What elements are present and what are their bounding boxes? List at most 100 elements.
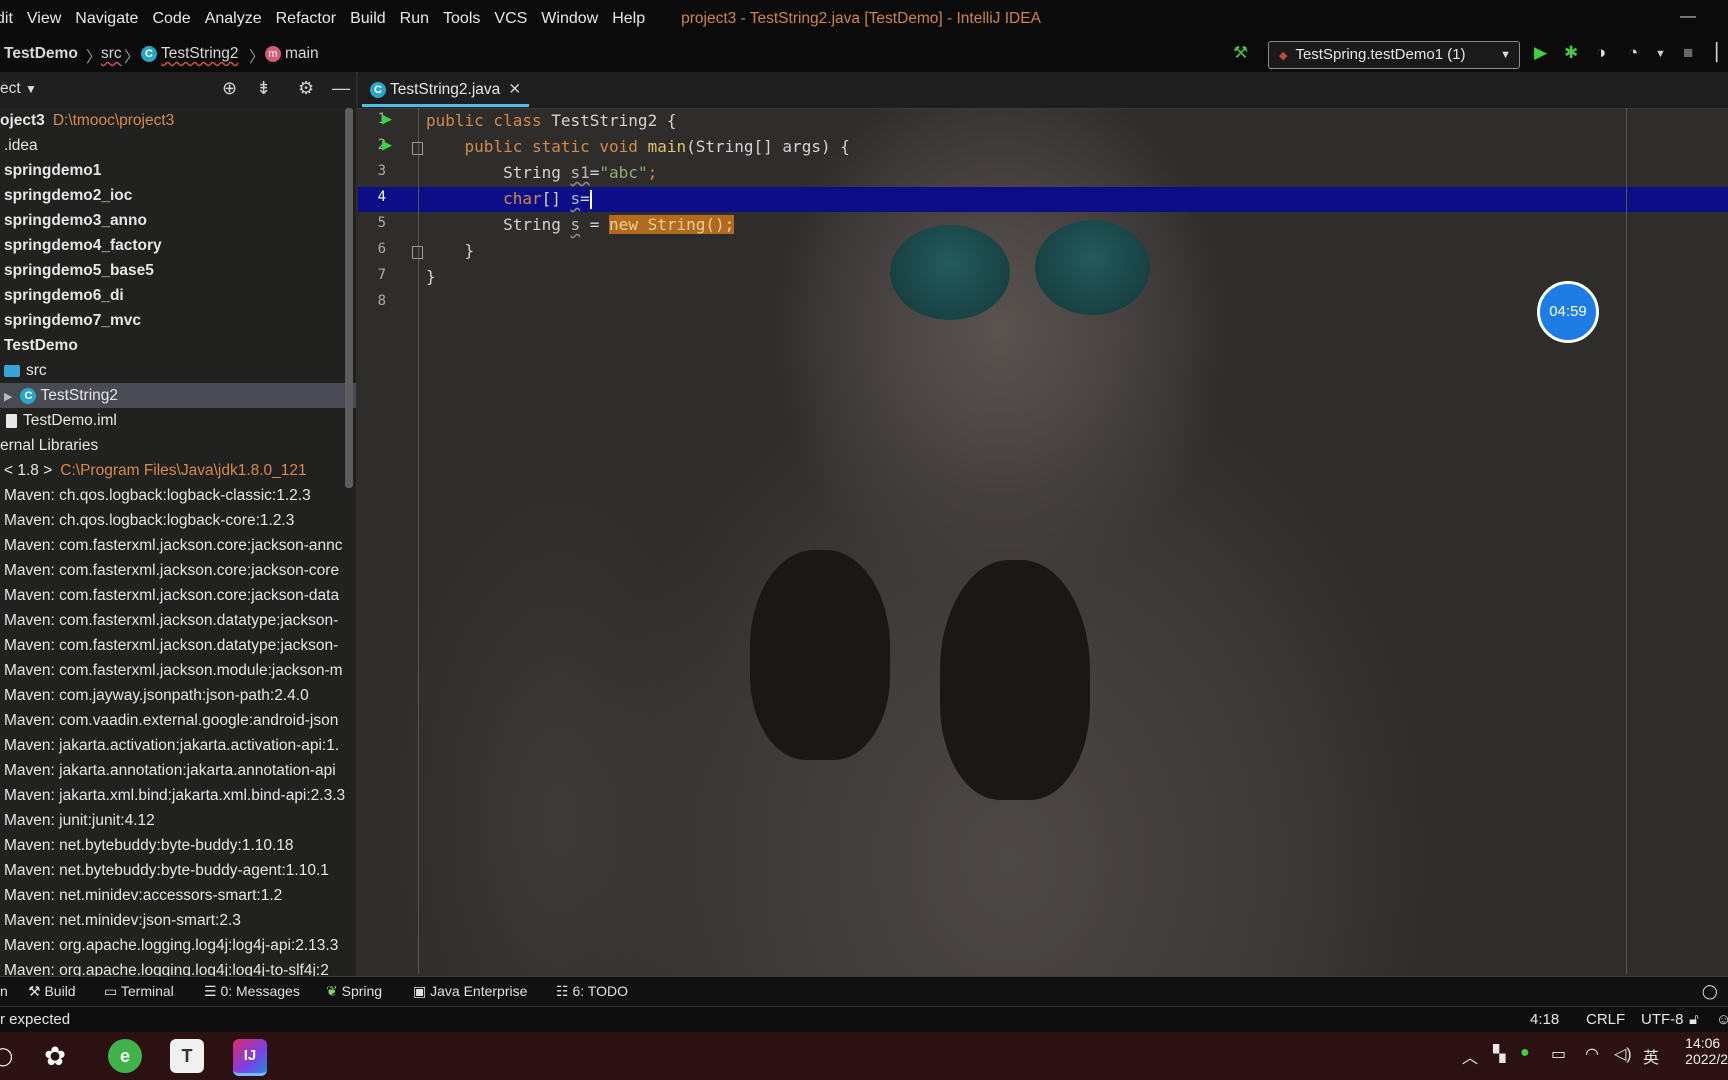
- tree-item-library[interactable]: Maven: com.vaadin.external.google:androi…: [0, 708, 356, 733]
- close-icon[interactable]: ✕: [508, 81, 521, 98]
- tool-window-build[interactable]: ⚒ Build: [28, 983, 76, 1000]
- run-gutter-icon[interactable]: ▶: [382, 111, 392, 127]
- chevron-up-icon[interactable]: ︿: [1462, 1044, 1478, 1068]
- lock-icon[interactable]: 🔓︎: [1689, 1011, 1699, 1028]
- menu-build[interactable]: Build: [350, 10, 386, 28]
- tool-window-terminal[interactable]: ▭ Terminal: [104, 983, 174, 1000]
- locate-icon[interactable]: ⊕: [222, 78, 237, 99]
- edit-icon[interactable]: ▏: [1716, 43, 1728, 63]
- minimize-icon[interactable]: —: [1680, 8, 1696, 26]
- menu-window[interactable]: Window: [541, 10, 598, 28]
- typora-icon[interactable]: T: [170, 1039, 204, 1073]
- menu-view[interactable]: View: [27, 10, 61, 28]
- tree-item-library[interactable]: Maven: com.jayway.jsonpath:json-path:2.4…: [0, 683, 356, 708]
- tree-item-library[interactable]: Maven: jakarta.xml.bind:jakarta.xml.bind…: [0, 783, 356, 808]
- tree-item-springdemo6[interactable]: springdemo6_di: [0, 283, 356, 308]
- menu-help[interactable]: Help: [612, 10, 645, 28]
- intellij-icon[interactable]: IJ: [233, 1039, 267, 1076]
- cursor-position[interactable]: 4:18: [1530, 1011, 1559, 1028]
- breadcrumb-class[interactable]: C TestString2: [141, 45, 239, 63]
- collapse-all-icon[interactable]: ⇟: [256, 78, 271, 99]
- project-view-selector[interactable]: ect ▼: [0, 80, 37, 98]
- tool-window-todo[interactable]: ☷ 6: TODO: [556, 983, 628, 1000]
- tree-item-library[interactable]: Maven: com.fasterxml.jackson.module:jack…: [0, 658, 356, 683]
- inspector-icon[interactable]: ☺︎: [1716, 1011, 1728, 1028]
- menu-code[interactable]: Code: [152, 10, 190, 28]
- menu-vcs[interactable]: VCS: [494, 10, 527, 28]
- tree-item-library[interactable]: Maven: net.minidev:accessors-smart:1.2: [0, 883, 356, 908]
- battery-icon[interactable]: ▭: [1551, 1044, 1566, 1064]
- profile-icon[interactable]: ◔: [1628, 43, 1638, 63]
- tree-item-springdemo1[interactable]: springdemo1: [0, 158, 356, 183]
- tree-item-springdemo2[interactable]: springdemo2_ioc: [0, 183, 356, 208]
- menu-analyze[interactable]: Analyze: [205, 10, 262, 28]
- run-configuration-dropdown[interactable]: ◆ TestSpring.testDemo1 (1) ▼: [1268, 41, 1520, 69]
- breadcrumb-method[interactable]: m main: [265, 45, 319, 63]
- tree-item-testdemo[interactable]: TestDemo: [0, 333, 356, 358]
- build-hammer-icon[interactable]: ⚒: [1233, 43, 1248, 63]
- tray-app-icon[interactable]: ●: [1520, 1044, 1530, 1062]
- tree-item-library[interactable]: Maven: org.apache.logging.log4j:log4j-ap…: [0, 933, 356, 958]
- tree-item-idea[interactable]: .idea: [0, 133, 356, 158]
- tree-item-library[interactable]: Maven: com.fasterxml.jackson.core:jackso…: [0, 533, 356, 558]
- ime-indicator[interactable]: 英: [1643, 1044, 1659, 1068]
- app-pinwheel-icon[interactable]: ✿: [38, 1039, 72, 1073]
- tray-app-icon[interactable]: ▚: [1493, 1044, 1505, 1064]
- tree-item-springdemo4[interactable]: springdemo4_factory: [0, 233, 356, 258]
- expand-arrow-icon[interactable]: ▶: [4, 391, 12, 403]
- tree-item-library[interactable]: Maven: ch.qos.logback:logback-core:1.2.3: [0, 508, 356, 533]
- tree-item-springdemo7[interactable]: springdemo7_mvc: [0, 308, 356, 333]
- run-icon[interactable]: ▶: [1534, 43, 1547, 63]
- tree-item-library[interactable]: Maven: net.bytebuddy:byte-buddy:1.10.18: [0, 833, 356, 858]
- fold-icon[interactable]: [412, 142, 423, 155]
- menu-edit[interactable]: dit: [0, 10, 13, 28]
- gear-icon[interactable]: ⚙: [298, 78, 314, 99]
- tree-item-external-libraries[interactable]: ernal Libraries: [0, 433, 356, 458]
- volume-icon[interactable]: ◁): [1614, 1044, 1632, 1064]
- tree-item-library[interactable]: Maven: jakarta.annotation:jakarta.annota…: [0, 758, 356, 783]
- tree-item-library[interactable]: Maven: com.fasterxml.jackson.datatype:ja…: [0, 633, 356, 658]
- tab-teststring2-java[interactable]: C TestString2.java ✕: [362, 76, 530, 107]
- start-icon[interactable]: ◯: [0, 1039, 20, 1073]
- tree-item-library[interactable]: Maven: jakarta.activation:jakarta.activa…: [0, 733, 356, 758]
- debug-icon[interactable]: ✱: [1564, 43, 1578, 63]
- tree-item-library[interactable]: Maven: com.fasterxml.jackson.core:jackso…: [0, 558, 356, 583]
- tree-item-src[interactable]: src: [0, 358, 356, 383]
- line-separator[interactable]: CRLF: [1586, 1011, 1625, 1028]
- tree-item-teststring2[interactable]: ▶ C TestString2: [0, 383, 356, 408]
- project-tree-scrollbar[interactable]: [345, 108, 353, 488]
- search-icon[interactable]: ◯: [1702, 983, 1718, 1000]
- menu-tools[interactable]: Tools: [443, 10, 480, 28]
- breadcrumb-folder[interactable]: src: [101, 45, 122, 63]
- tree-item-library[interactable]: Maven: org.apache.logging.log4j:log4j-to…: [0, 958, 356, 978]
- tree-item-springdemo5[interactable]: springdemo5_base5: [0, 258, 356, 283]
- tool-window-messages[interactable]: ☰ 0: Messages: [204, 983, 300, 1000]
- tree-item-library[interactable]: Maven: com.fasterxml.jackson.datatype:ja…: [0, 608, 356, 633]
- tree-item-springdemo3[interactable]: springdemo3_anno: [0, 208, 356, 233]
- system-clock[interactable]: 14:06 2022/2: [1685, 1035, 1728, 1067]
- tree-item-testdemo-iml[interactable]: TestDemo.iml: [0, 408, 356, 433]
- menu-run[interactable]: Run: [400, 10, 429, 28]
- breadcrumb-project[interactable]: TestDemo: [4, 45, 78, 63]
- coverage-icon[interactable]: ◑: [1596, 43, 1606, 63]
- menu-refactor[interactable]: Refactor: [276, 10, 336, 28]
- tree-item-library[interactable]: Maven: net.bytebuddy:byte-buddy-agent:1.…: [0, 858, 356, 883]
- wifi-icon[interactable]: ◠: [1585, 1044, 1599, 1064]
- run-gutter-icon[interactable]: ▶: [382, 137, 392, 153]
- hide-panel-icon[interactable]: —: [332, 78, 350, 99]
- tree-item-library[interactable]: Maven: net.minidev:json-smart:2.3: [0, 908, 356, 933]
- browser-icon[interactable]: e: [108, 1039, 142, 1073]
- fold-icon[interactable]: [412, 246, 423, 259]
- tree-item-library[interactable]: Maven: junit:junit:4.12: [0, 808, 356, 833]
- stop-icon[interactable]: ■: [1683, 43, 1693, 63]
- tool-window-java-enterprise[interactable]: ▣ Java Enterprise: [413, 983, 527, 1000]
- tool-window-spring[interactable]: ❦ Spring: [326, 983, 382, 1000]
- tool-window-run[interactable]: n: [0, 983, 8, 999]
- floating-timer[interactable]: 04:59: [1537, 281, 1599, 343]
- file-encoding[interactable]: UTF-8: [1641, 1011, 1684, 1028]
- tree-item-jdk[interactable]: < 1.8 > C:\Program Files\Java\jdk1.8.0_12…: [0, 458, 356, 483]
- menu-navigate[interactable]: Navigate: [75, 10, 138, 28]
- chevron-down-icon[interactable]: ▼: [1655, 48, 1666, 60]
- tree-item-project3[interactable]: oject3 D:\tmooc\project3: [0, 108, 356, 133]
- tree-item-library[interactable]: Maven: com.fasterxml.jackson.core:jackso…: [0, 583, 356, 608]
